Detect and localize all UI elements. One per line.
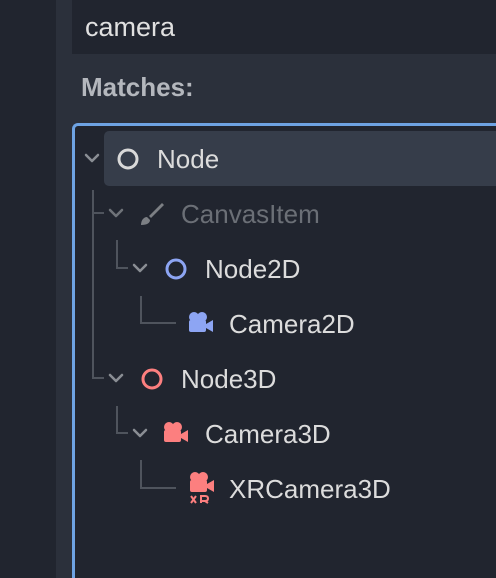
chevron-down-icon[interactable] <box>84 152 100 164</box>
node2d-circle-icon <box>165 258 187 280</box>
tree-guide-line <box>116 406 118 433</box>
xr-camera3d-icon <box>190 472 214 504</box>
camera2d-icon <box>189 312 213 332</box>
chevron-down-icon[interactable] <box>108 207 124 219</box>
tree-item-label: Node2D <box>205 254 301 284</box>
tree-item-label: XRCamera3D <box>229 474 391 504</box>
search-input[interactable] <box>72 0 496 54</box>
left-panel <box>0 0 56 578</box>
chevron-down-icon[interactable] <box>132 427 148 439</box>
tree-item-label: Node3D <box>181 364 277 394</box>
tree-guide-line <box>140 322 176 324</box>
tree-guide-line <box>140 296 142 323</box>
tree-item-label: Camera3D <box>205 419 331 449</box>
tree-guide-line <box>140 460 142 488</box>
tree-guide-line <box>116 240 118 268</box>
tree-guide-line <box>116 267 128 269</box>
tree-item-label: Node <box>157 144 220 174</box>
tree-item-label: Camera2D <box>229 309 355 339</box>
node3d-circle-icon <box>141 368 163 390</box>
create-node-dialog: Matches: Node CanvasItem Node2D <box>0 0 496 578</box>
chevron-down-icon[interactable] <box>132 262 148 274</box>
tree-guide-line <box>92 377 104 379</box>
camera3d-icon <box>164 422 188 442</box>
matches-tree[interactable] <box>72 123 496 578</box>
tree-guide-line <box>92 190 94 378</box>
chevron-down-icon[interactable] <box>108 372 124 384</box>
node-circle-icon <box>117 148 139 170</box>
tree-item-label: CanvasItem <box>181 199 320 229</box>
tree-guide-line <box>116 432 128 434</box>
tree-guide-line <box>140 487 176 489</box>
tree-guide-line <box>92 212 104 214</box>
matches-label: Matches: <box>81 72 194 102</box>
panel-divider[interactable] <box>56 0 72 578</box>
brush-icon <box>141 203 164 225</box>
